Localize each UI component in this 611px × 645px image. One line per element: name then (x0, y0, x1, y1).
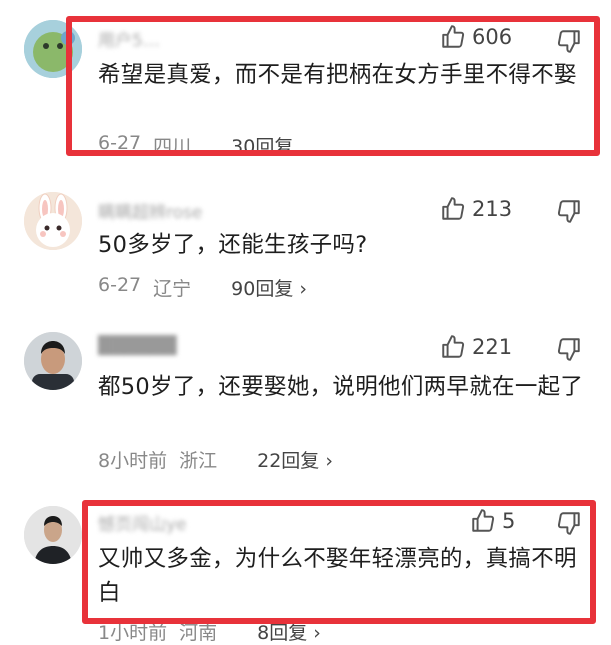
username[interactable]: 瞒瞒超辨rose (98, 198, 202, 223)
replies-link[interactable]: 22回复 › (257, 446, 333, 473)
like-button[interactable]: 221 (440, 334, 512, 360)
replies-label: 90回复 (231, 278, 294, 300)
highlight-box (82, 500, 596, 624)
replies-label: 22回复 (257, 450, 320, 472)
comment-time: 8小时前 (98, 450, 168, 472)
thumbs-up-icon (440, 334, 466, 360)
highlight-box (66, 16, 600, 156)
avatar[interactable] (24, 332, 82, 390)
replies-label: 8回复 (257, 622, 308, 644)
chevron-right-icon: › (313, 622, 321, 644)
thumbs-down-icon[interactable] (556, 198, 582, 228)
username[interactable]: ██████ (98, 336, 176, 356)
comment-item: ██████ 221 都50岁了，还要娶她，说明他们两早就在一起了 8小时前 浙… (0, 318, 611, 488)
thumbs-down-icon[interactable] (556, 336, 582, 366)
like-count: 213 (472, 197, 513, 221)
thumbs-up-icon (440, 196, 466, 222)
like-button[interactable]: 213 (440, 196, 512, 222)
chevron-right-icon: › (325, 450, 333, 472)
comment-text: 50多岁了，还能生孩子吗? (98, 232, 368, 258)
comment-location: 浙江 (179, 450, 218, 472)
avatar[interactable] (24, 506, 82, 564)
avatar[interactable] (24, 192, 82, 250)
comment-text: 都50岁了，还要娶她，说明他们两早就在一起了 (98, 374, 584, 400)
comment-meta: 8小时前 浙江 22回复 › (98, 446, 333, 473)
like-count: 221 (472, 335, 513, 359)
replies-link[interactable]: 90回复 › (231, 274, 307, 301)
comment-meta: 6-27 辽宁 90回复 › (98, 274, 307, 301)
chevron-right-icon: › (299, 278, 307, 300)
comment-location: 辽宁 (153, 278, 192, 300)
comment-time: 6-27 (98, 274, 142, 296)
comment-item: 瞒瞒超辨rose 213 50多岁了，还能生孩子吗? 6-27 辽宁 90回复 … (0, 180, 611, 320)
